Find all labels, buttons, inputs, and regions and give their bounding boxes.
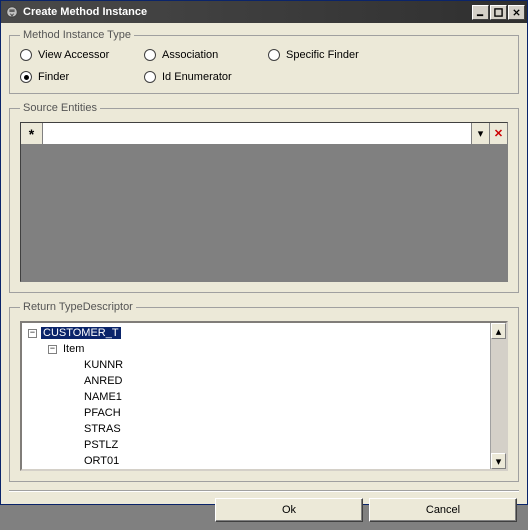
radio-association[interactable]: Association [144, 49, 264, 61]
radio-view-accessor[interactable]: View Accessor [20, 49, 140, 61]
scroll-down-button[interactable]: ▾ [491, 453, 506, 469]
field-label: PSTLZ [82, 439, 120, 451]
delete-row-button[interactable]: ✕ [489, 123, 507, 144]
radio-icon [20, 71, 32, 83]
window-title: Create Method Instance [23, 6, 472, 18]
tree-field-node[interactable]: ANRED [24, 373, 506, 389]
field-label: PFACH [82, 407, 123, 419]
delete-icon: ✕ [494, 127, 503, 140]
titlebar[interactable]: Create Method Instance [1, 1, 527, 23]
radio-label: View Accessor [38, 49, 109, 61]
tree-item-node[interactable]: − Item [24, 341, 506, 357]
method-instance-type-group: Method Instance Type View Accessor Assoc… [9, 29, 519, 94]
source-entity-dropdown[interactable]: ▾ [471, 123, 489, 144]
tree-field-node[interactable]: KUNNR [24, 357, 506, 373]
source-entities-grid[interactable]: * ▾ ✕ [20, 122, 508, 282]
radio-label: Finder [38, 71, 69, 83]
new-row-marker: * [21, 123, 43, 144]
return-typedescriptor-legend: Return TypeDescriptor [20, 301, 136, 313]
radio-specific-finder[interactable]: Specific Finder [268, 49, 408, 61]
tree-field-node[interactable]: STRAS [24, 421, 506, 437]
typedescriptor-tree[interactable]: − CUSTOMER_T − Item KUNNR ANRED NAME1 PF… [20, 321, 508, 471]
radio-label: Specific Finder [286, 49, 359, 61]
chevron-down-icon: ▾ [496, 455, 502, 468]
maximize-button[interactable] [490, 5, 507, 20]
source-entities-legend: Source Entities [20, 102, 100, 114]
tree-field-node[interactable]: PSTLZ [24, 437, 506, 453]
chevron-down-icon: ▾ [478, 127, 484, 140]
return-typedescriptor-group: Return TypeDescriptor − CUSTOMER_T − Ite… [9, 301, 519, 482]
radio-label: Id Enumerator [162, 71, 232, 83]
field-label: KUNNR [82, 359, 125, 371]
tree-field-node[interactable]: NAME1 [24, 389, 506, 405]
app-icon [5, 5, 19, 19]
field-label: TELF1 [82, 469, 119, 471]
method-type-legend: Method Instance Type [20, 29, 134, 41]
tree-field-node[interactable]: TELF1 [24, 469, 506, 471]
radio-id-enumerator[interactable]: Id Enumerator [144, 71, 264, 83]
collapse-icon[interactable]: − [28, 329, 37, 338]
field-label: ORT01 [82, 455, 121, 467]
root-node-label: CUSTOMER_T [41, 327, 121, 339]
radio-icon [144, 49, 156, 61]
collapse-icon[interactable]: − [48, 345, 57, 354]
tree-field-node[interactable]: ORT01 [24, 453, 506, 469]
cancel-label: Cancel [426, 504, 460, 516]
radio-icon [20, 49, 32, 61]
separator [9, 490, 519, 491]
item-node-label: Item [61, 343, 86, 355]
minimize-button[interactable] [472, 5, 489, 20]
chevron-up-icon: ▴ [496, 325, 502, 338]
ok-button[interactable]: Ok [215, 498, 363, 522]
source-entities-group: Source Entities * ▾ ✕ [9, 102, 519, 293]
close-button[interactable] [508, 5, 525, 20]
field-label: ANRED [82, 375, 125, 387]
tree-root-node[interactable]: − CUSTOMER_T [24, 325, 506, 341]
cancel-button[interactable]: Cancel [369, 498, 517, 522]
field-label: STRAS [82, 423, 123, 435]
source-new-row[interactable]: * ▾ ✕ [21, 123, 507, 145]
source-entity-input[interactable] [43, 123, 471, 144]
radio-label: Association [162, 49, 218, 61]
radio-finder[interactable]: Finder [20, 71, 140, 83]
radio-icon [268, 49, 280, 61]
dialog-window: Create Method Instance Method Instance T… [0, 0, 528, 505]
field-label: NAME1 [82, 391, 124, 403]
radio-icon [144, 71, 156, 83]
tree-field-node[interactable]: PFACH [24, 405, 506, 421]
tree-scrollbar[interactable]: ▴ ▾ [490, 323, 506, 469]
scroll-up-button[interactable]: ▴ [491, 323, 506, 339]
ok-label: Ok [282, 504, 296, 516]
